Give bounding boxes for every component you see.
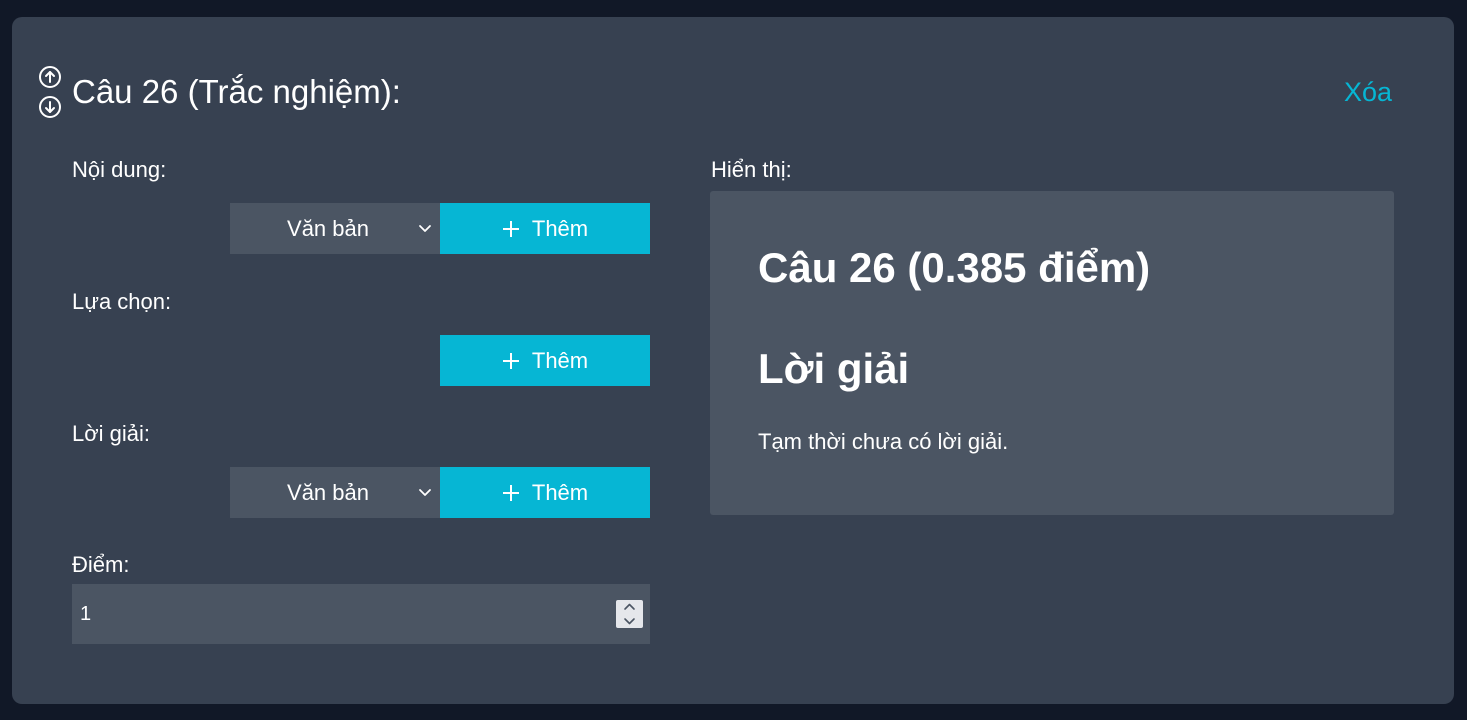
reorder-controls [38,66,62,120]
solution-type-select-value: Văn bản [287,480,369,505]
points-input-value: 1 [80,603,92,625]
question-title: Câu 26 (Trắc nghiệm): [72,73,401,110]
chevron-down-icon [419,489,431,496]
content-type-select-value: Văn bản [287,216,369,241]
plus-icon [502,220,519,237]
preview-solution-heading: Lời giải [758,345,910,392]
plus-icon [502,352,519,369]
preview-label: Hiển thị: [711,157,792,182]
move-up-icon[interactable] [39,66,61,88]
spin-down-icon[interactable] [616,614,643,628]
content-type-select[interactable]: Văn bản [230,203,440,254]
preview-panel: Câu 26 (0.385 điểm) Lời giải Tạm thời ch… [710,191,1394,515]
preview-title: Câu 26 (0.385 điểm) [758,244,1151,291]
solution-label: Lời giải: [72,421,151,446]
plus-icon [502,484,519,501]
add-content-label: Thêm [531,216,589,241]
preview-solution-text: Tạm thời chưa có lời giải. [758,429,1009,454]
delete-question-link[interactable]: Xóa [1344,74,1392,110]
add-choice-label: Thêm [531,348,589,373]
add-choice-button[interactable]: Thêm [440,335,650,386]
solution-type-select[interactable]: Văn bản [230,467,440,518]
content-label: Nội dung: [72,157,167,182]
chevron-down-icon [419,225,431,232]
points-spinner[interactable] [616,600,643,628]
points-input[interactable]: 1 [72,584,650,644]
points-label: Điểm: [72,552,130,577]
add-solution-label: Thêm [531,480,589,505]
move-down-icon[interactable] [39,96,61,118]
choices-label: Lựa chọn: [72,289,172,314]
add-content-button[interactable]: Thêm [440,203,650,254]
spin-up-icon[interactable] [616,600,643,614]
add-solution-button[interactable]: Thêm [440,467,650,518]
